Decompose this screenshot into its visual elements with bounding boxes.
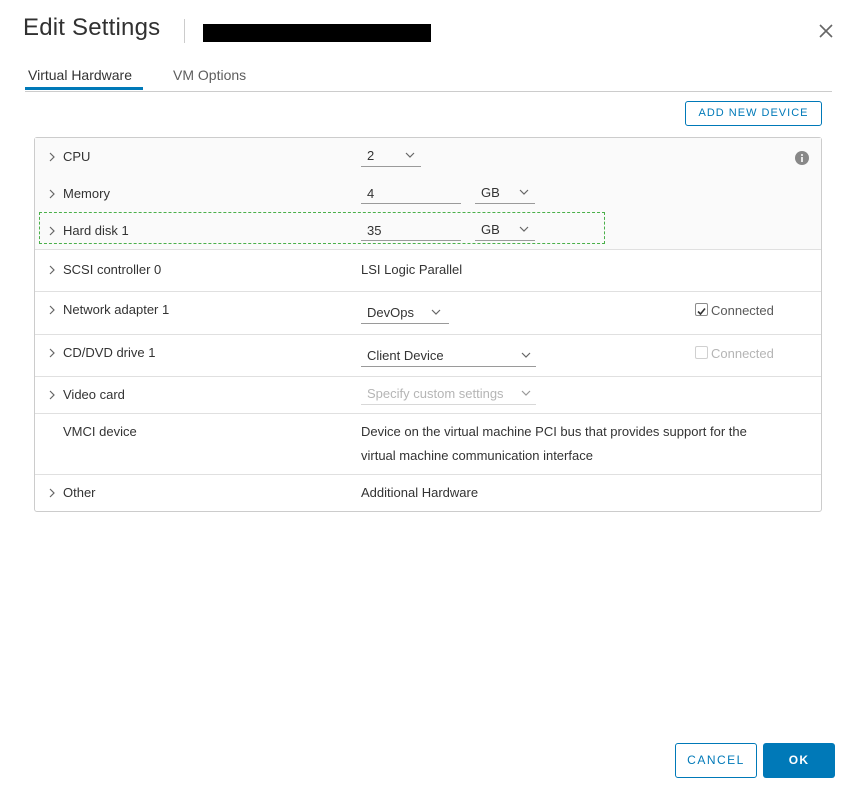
- row-other: Other Additional Hardware: [35, 474, 821, 511]
- ok-button[interactable]: OK: [763, 743, 835, 778]
- chevron-down-icon: [431, 309, 441, 315]
- cpu-label: CPU: [63, 149, 91, 164]
- cd-dvd-value: Client Device: [367, 348, 444, 363]
- cancel-button[interactable]: CANCEL: [675, 743, 757, 778]
- vmci-label: VMCI device: [63, 424, 137, 439]
- scsi-type-value: LSI Logic Parallel: [361, 262, 463, 277]
- row-cd-dvd-drive: CD/DVD drive 1 Client Device Connected: [35, 334, 821, 377]
- chevron-down-icon: [521, 390, 531, 396]
- vmci-description-line2: virtual machine communication interface: [361, 448, 593, 463]
- close-icon[interactable]: [815, 20, 837, 42]
- chevron-right-icon[interactable]: [47, 152, 57, 162]
- other-value: Additional Hardware: [361, 485, 479, 500]
- network-connected-checkbox[interactable]: [695, 303, 708, 316]
- row-cpu: CPU 2: [35, 138, 821, 176]
- row-video-card: Video card Specify custom settings: [35, 376, 821, 414]
- chevron-right-icon[interactable]: [47, 189, 57, 199]
- other-label: Other: [63, 485, 96, 500]
- cd-dvd-connected-checkbox[interactable]: [695, 346, 708, 359]
- cpu-count-value: 2: [367, 148, 375, 163]
- cd-dvd-connected-label: Connected: [711, 346, 774, 361]
- add-new-device-button[interactable]: ADD NEW DEVICE: [685, 101, 822, 126]
- chevron-right-icon[interactable]: [47, 488, 57, 498]
- network-value: DevOps: [367, 305, 414, 320]
- dialog-title: Edit Settings: [23, 14, 161, 41]
- chevron-down-icon: [405, 152, 415, 158]
- row-vmci-device: VMCI device Device on the virtual machin…: [35, 413, 821, 475]
- title-divider: [184, 19, 185, 43]
- info-icon[interactable]: [795, 151, 809, 165]
- checkmark-icon: [697, 307, 706, 316]
- hardware-list: CPU 2 Memory GB Hard disk 1 GB SCSI cont…: [34, 137, 822, 512]
- chevron-right-icon[interactable]: [47, 305, 57, 315]
- tab-bar: Virtual Hardware VM Options: [25, 60, 832, 92]
- video-card-value: Specify custom settings: [367, 386, 504, 401]
- memory-label: Memory: [63, 186, 110, 201]
- video-card-select[interactable]: Specify custom settings: [361, 384, 536, 405]
- chevron-right-icon[interactable]: [47, 390, 57, 400]
- scsi-label: SCSI controller 0: [63, 262, 162, 277]
- active-tab-indicator: [25, 87, 143, 90]
- cd-dvd-select[interactable]: Client Device: [361, 346, 536, 367]
- chevron-right-icon[interactable]: [47, 348, 57, 358]
- redacted-vm-name: [203, 24, 431, 42]
- focus-highlight: [39, 212, 605, 244]
- memory-unit-value: GB: [481, 185, 500, 200]
- tab-vm-options[interactable]: VM Options: [173, 67, 246, 83]
- memory-size-input[interactable]: [361, 183, 461, 204]
- chevron-down-icon: [521, 352, 531, 358]
- video-card-label: Video card: [63, 387, 125, 402]
- network-select[interactable]: DevOps: [361, 303, 449, 324]
- network-adapter-label: Network adapter 1: [63, 302, 170, 317]
- cd-dvd-label: CD/DVD drive 1: [63, 345, 156, 360]
- network-connected-label: Connected: [711, 303, 774, 318]
- row-network-adapter: Network adapter 1 DevOps Connected: [35, 291, 821, 335]
- chevron-right-icon[interactable]: [47, 265, 57, 275]
- cpu-count-select[interactable]: 2: [361, 146, 421, 167]
- row-scsi-controller: SCSI controller 0 LSI Logic Parallel: [35, 249, 821, 292]
- memory-unit-select[interactable]: GB: [475, 183, 535, 204]
- row-memory: Memory GB: [35, 175, 821, 213]
- vmci-description-line1: Device on the virtual machine PCI bus th…: [361, 424, 747, 439]
- tab-virtual-hardware[interactable]: Virtual Hardware: [28, 67, 132, 83]
- chevron-down-icon: [519, 189, 529, 195]
